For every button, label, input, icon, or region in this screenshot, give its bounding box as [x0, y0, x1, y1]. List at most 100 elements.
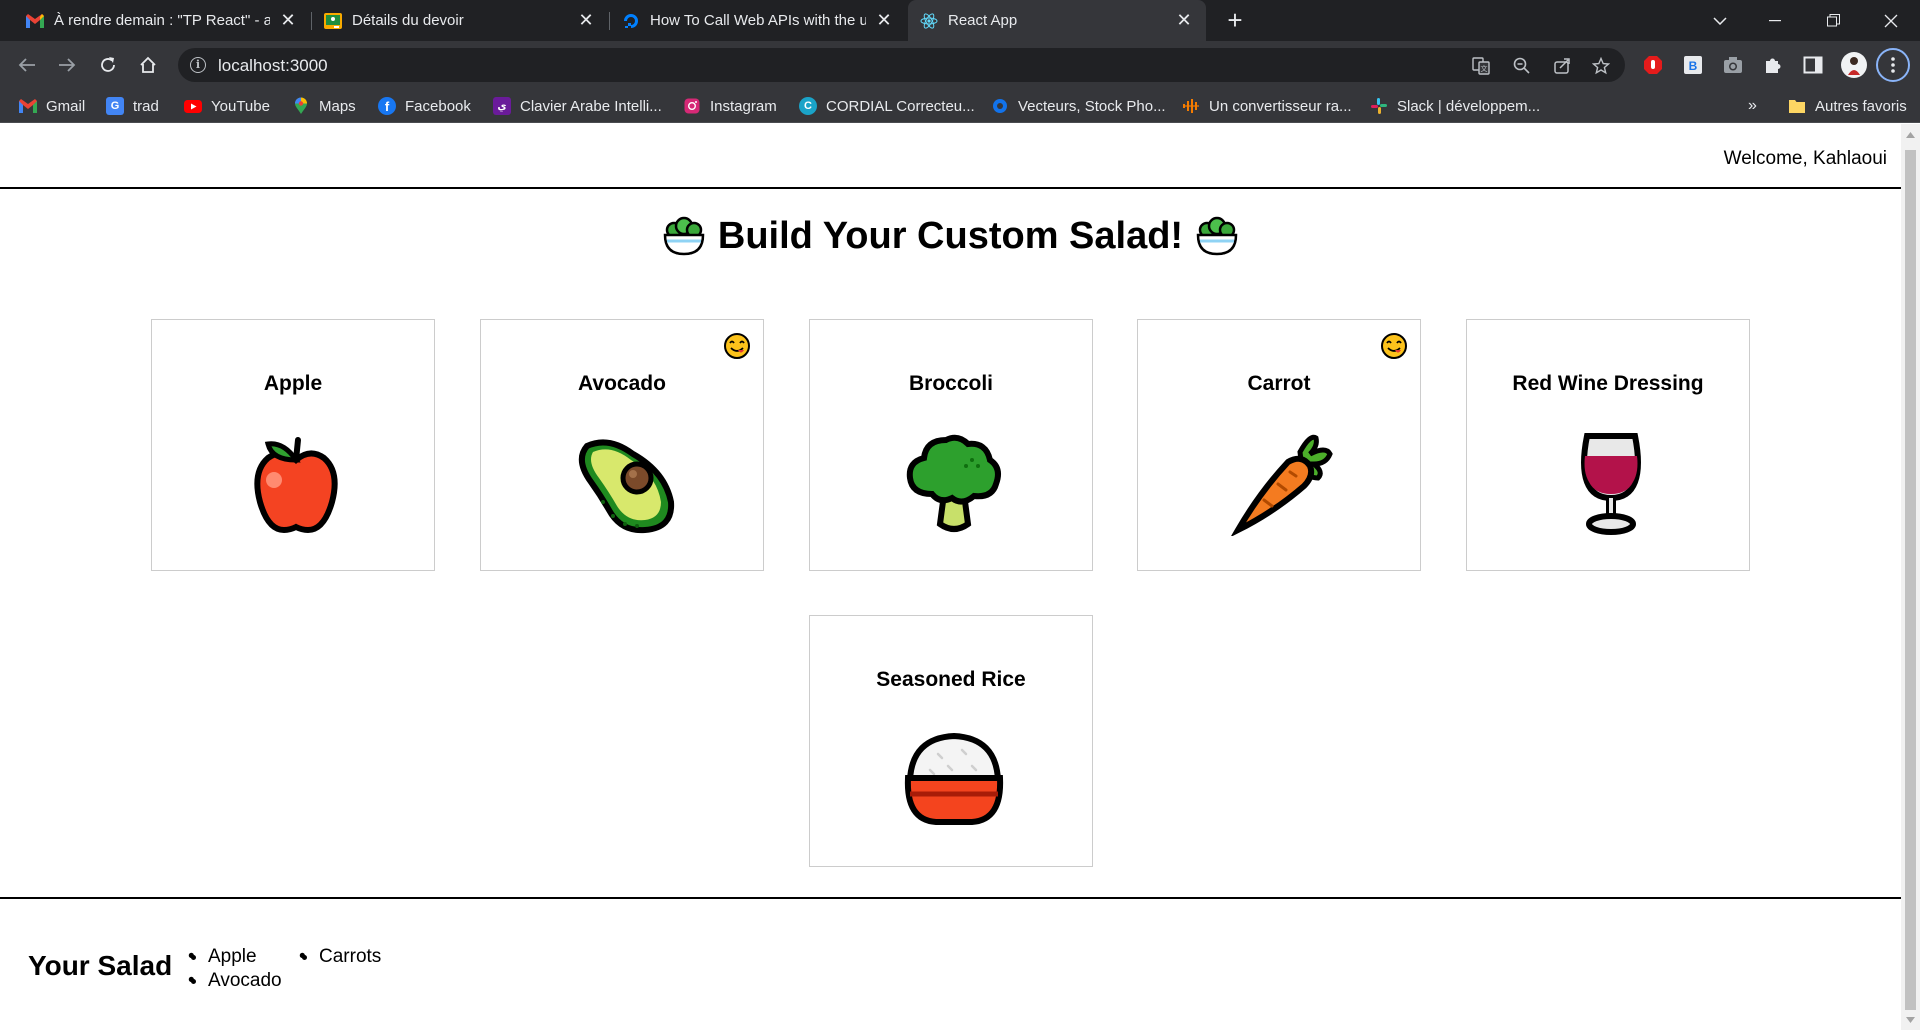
bookmark-maps[interactable]: Maps — [292, 96, 356, 116]
bookmark-convertisseur[interactable]: Un convertisseur ra... — [1182, 96, 1352, 116]
page-content: Welcome, Kahlaoui Build Your Custom Sala… — [0, 124, 1901, 1030]
home-icon[interactable] — [132, 49, 164, 81]
back-icon[interactable] — [11, 49, 43, 81]
bookmark-cordial[interactable]: C CORDIAL Correcteu... — [799, 96, 975, 116]
scroll-down-arrow-icon[interactable] — [1901, 1011, 1920, 1028]
salad-item-list: Apple Avocado Carrots — [188, 946, 428, 1006]
salad-item-avocado: Avocado — [188, 970, 282, 992]
scrollbar-thumb[interactable] — [1905, 150, 1916, 1010]
translate-icon: G — [106, 97, 124, 115]
bookmark-gmail[interactable]: Gmail — [19, 96, 85, 116]
browser-toolbar: i localhost:3000 文 B — [0, 41, 1920, 89]
bookmark-instagram[interactable]: Instagram — [683, 96, 777, 116]
wine-glass-icon — [1581, 433, 1641, 535]
close-tab-icon[interactable]: ✕ — [1174, 10, 1194, 31]
forward-icon[interactable] — [51, 49, 83, 81]
header-divider — [0, 187, 1901, 189]
bookmark-label: Slack | développem... — [1397, 97, 1541, 115]
translate-icon[interactable]: 文 — [1471, 56, 1491, 76]
bookmark-label: Un convertisseur ra... — [1209, 97, 1352, 115]
slack-icon — [1370, 97, 1388, 115]
tab-react-app[interactable]: React App ✕ — [908, 0, 1206, 41]
avocado-icon — [578, 439, 675, 534]
tab-classroom[interactable]: Détails du devoir ✕ — [312, 0, 608, 41]
adblock-icon[interactable] — [1641, 53, 1665, 77]
classroom-icon — [324, 12, 342, 30]
ingredient-card-seasoned-rice[interactable]: Seasoned Rice — [809, 615, 1093, 867]
new-tab-button[interactable]: + — [1222, 7, 1248, 34]
url-text: localhost:3000 — [218, 56, 328, 75]
ingredient-card-avocado[interactable]: Avocado — [480, 319, 764, 571]
close-window-icon[interactable] — [1868, 0, 1914, 41]
ingredient-card-carrot[interactable]: Carrot — [1137, 319, 1421, 571]
bookmark-youtube[interactable]: YouTube — [184, 96, 270, 116]
bookmark-label: YouTube — [211, 97, 270, 115]
bookmark-label: Vecteurs, Stock Pho... — [1018, 97, 1166, 115]
side-panel-icon[interactable] — [1801, 53, 1825, 77]
yummy-face-icon — [1381, 333, 1407, 359]
ingredient-name: Seasoned Rice — [876, 668, 1026, 691]
tab-title: React App — [948, 12, 1018, 29]
tab-title: How To Call Web APIs with the us — [650, 12, 866, 29]
salad-item-apple: Apple — [188, 946, 256, 968]
close-tab-icon[interactable]: ✕ — [278, 10, 298, 31]
broccoli-icon — [906, 434, 1001, 532]
maps-icon — [292, 97, 310, 115]
react-icon — [920, 12, 938, 30]
svg-text:文: 文 — [1481, 64, 1488, 73]
share-icon[interactable] — [1552, 56, 1572, 76]
close-tab-icon[interactable]: ✕ — [874, 10, 894, 31]
page-scrollbar[interactable] — [1901, 124, 1920, 1030]
other-favorites-folder[interactable]: Autres favoris — [1788, 96, 1907, 116]
bookmark-trad[interactable]: G trad — [106, 96, 159, 116]
bookmark-slack[interactable]: Slack | développem... — [1370, 96, 1540, 116]
ingredient-card-broccoli[interactable]: Broccoli — [809, 319, 1093, 571]
chrome-menu-icon[interactable] — [1876, 48, 1910, 82]
tab-search-icon[interactable] — [1697, 0, 1743, 41]
bookmark-label: Facebook — [405, 97, 471, 115]
welcome-text: Welcome, Kahlaoui — [1723, 148, 1887, 169]
tab-gmail[interactable]: À rendre demain : "TP React" - an ✕ — [14, 0, 310, 41]
camera-extension-icon[interactable] — [1721, 53, 1745, 77]
profile-avatar[interactable] — [1840, 51, 1868, 79]
page-title: Build Your Custom Salad! — [0, 214, 1901, 258]
bookmark-label: trad — [133, 97, 159, 115]
rice-bowl-icon — [904, 732, 1004, 825]
bookmark-label: Clavier Arabe Intelli... — [520, 97, 662, 115]
instagram-icon — [683, 97, 701, 115]
extension-b-icon[interactable]: B — [1681, 53, 1705, 77]
restore-icon[interactable] — [1810, 0, 1856, 41]
apple-icon — [254, 437, 338, 534]
more-bookmarks-button[interactable]: » — [1748, 96, 1757, 116]
scroll-up-arrow-icon[interactable] — [1901, 126, 1920, 143]
reload-icon[interactable] — [92, 49, 124, 81]
page-title-text: Build Your Custom Salad! — [717, 214, 1184, 257]
bookmark-star-icon[interactable] — [1591, 56, 1611, 76]
ingredient-card-red-wine-dressing[interactable]: Red Wine Dressing — [1466, 319, 1750, 571]
keyboard-icon: ي — [493, 97, 511, 115]
tab-digitalocean[interactable]: How To Call Web APIs with the us ✕ — [610, 0, 906, 41]
bookmark-clavier-arabe[interactable]: ي Clavier Arabe Intelli... — [493, 96, 662, 116]
tab-title: Détails du devoir — [352, 12, 464, 29]
ingredient-name: Carrot — [1247, 372, 1311, 395]
svg-text:B: B — [1689, 59, 1698, 73]
ingredient-card-apple[interactable]: Apple — [151, 319, 435, 571]
digitalocean-icon — [622, 12, 640, 30]
close-tab-icon[interactable]: ✕ — [576, 10, 596, 31]
minimize-icon[interactable] — [1752, 0, 1798, 41]
tab-title: À rendre demain : "TP React" - an — [54, 12, 270, 29]
green-salad-icon — [663, 216, 705, 256]
bookmark-facebook[interactable]: f Facebook — [378, 96, 471, 116]
bookmark-label: Instagram — [710, 97, 777, 115]
bookmark-label: Autres favoris — [1815, 97, 1907, 115]
site-info-icon[interactable]: i — [190, 57, 206, 73]
browser-tabstrip: À rendre demain : "TP React" - an ✕ Déta… — [0, 0, 1920, 41]
extensions-puzzle-icon[interactable] — [1761, 53, 1785, 77]
bookmark-freepik[interactable]: Vecteurs, Stock Pho... — [991, 96, 1166, 116]
address-bar[interactable]: i localhost:3000 文 — [178, 48, 1625, 82]
ingredient-name: Broccoli — [908, 372, 994, 395]
zoom-icon[interactable] — [1512, 56, 1532, 76]
bookmarks-bar: Gmail G trad YouTube Maps f Facebook ي C… — [0, 89, 1920, 123]
yummy-face-icon — [724, 333, 750, 359]
gmail-icon — [19, 97, 37, 115]
